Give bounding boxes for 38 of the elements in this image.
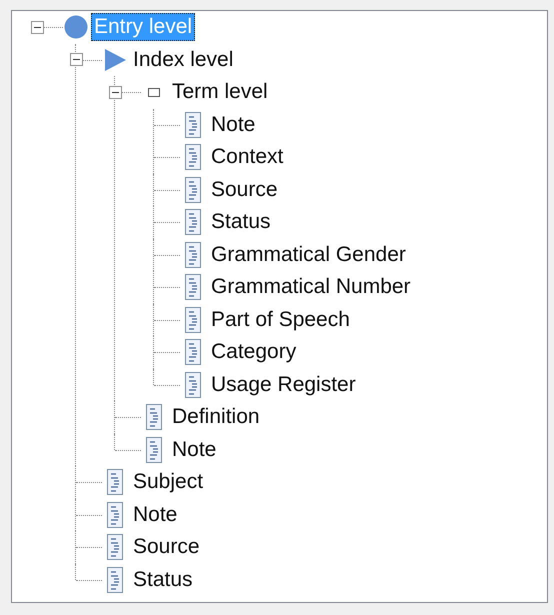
- tree-item[interactable]: Grammatical Gender: [208, 240, 409, 269]
- document-icon: [185, 209, 201, 236]
- tree-item[interactable]: Index level: [130, 46, 236, 74]
- rectangle-icon: [148, 88, 160, 97]
- document-icon: [107, 502, 123, 528]
- tree-item[interactable]: Note: [208, 110, 258, 139]
- collapse-icon[interactable]: [70, 53, 82, 66]
- tree-item[interactable]: Grammatical Number: [208, 273, 414, 302]
- document-icon: [146, 404, 162, 430]
- document-icon: [185, 144, 201, 170]
- tree-item[interactable]: Category: [208, 338, 300, 366]
- document-icon: [107, 534, 123, 560]
- tree-item[interactable]: Usage Register: [208, 370, 359, 399]
- tree-item[interactable]: Status: [208, 208, 274, 236]
- tree-item[interactable]: Status: [130, 566, 196, 594]
- tree-item[interactable]: Part of Speech: [208, 306, 353, 334]
- tree-item[interactable]: Source: [130, 533, 203, 562]
- tree-item[interactable]: Source: [208, 176, 281, 204]
- document-icon: [185, 339, 201, 366]
- document-icon: [146, 436, 162, 463]
- tree-item[interactable]: Context: [208, 143, 286, 172]
- tree-item[interactable]: Note: [169, 436, 220, 464]
- triangle-icon: [104, 48, 126, 71]
- tree-item[interactable]: Subject: [130, 468, 206, 496]
- document-icon: [185, 176, 201, 203]
- circle-icon: [64, 15, 88, 40]
- document-icon: [107, 566, 123, 593]
- document-icon: [185, 242, 201, 268]
- tree-item[interactable]: Definition: [169, 403, 263, 432]
- tree-item[interactable]: Note: [130, 500, 180, 529]
- document-icon: [185, 112, 201, 138]
- document-icon: [185, 306, 201, 333]
- collapse-icon[interactable]: [108, 86, 122, 99]
- collapse-icon[interactable]: [30, 20, 44, 34]
- document-icon: [185, 372, 201, 398]
- document-icon: [185, 274, 201, 300]
- document-icon: [107, 469, 123, 496]
- tree-item[interactable]: Term level: [169, 78, 271, 106]
